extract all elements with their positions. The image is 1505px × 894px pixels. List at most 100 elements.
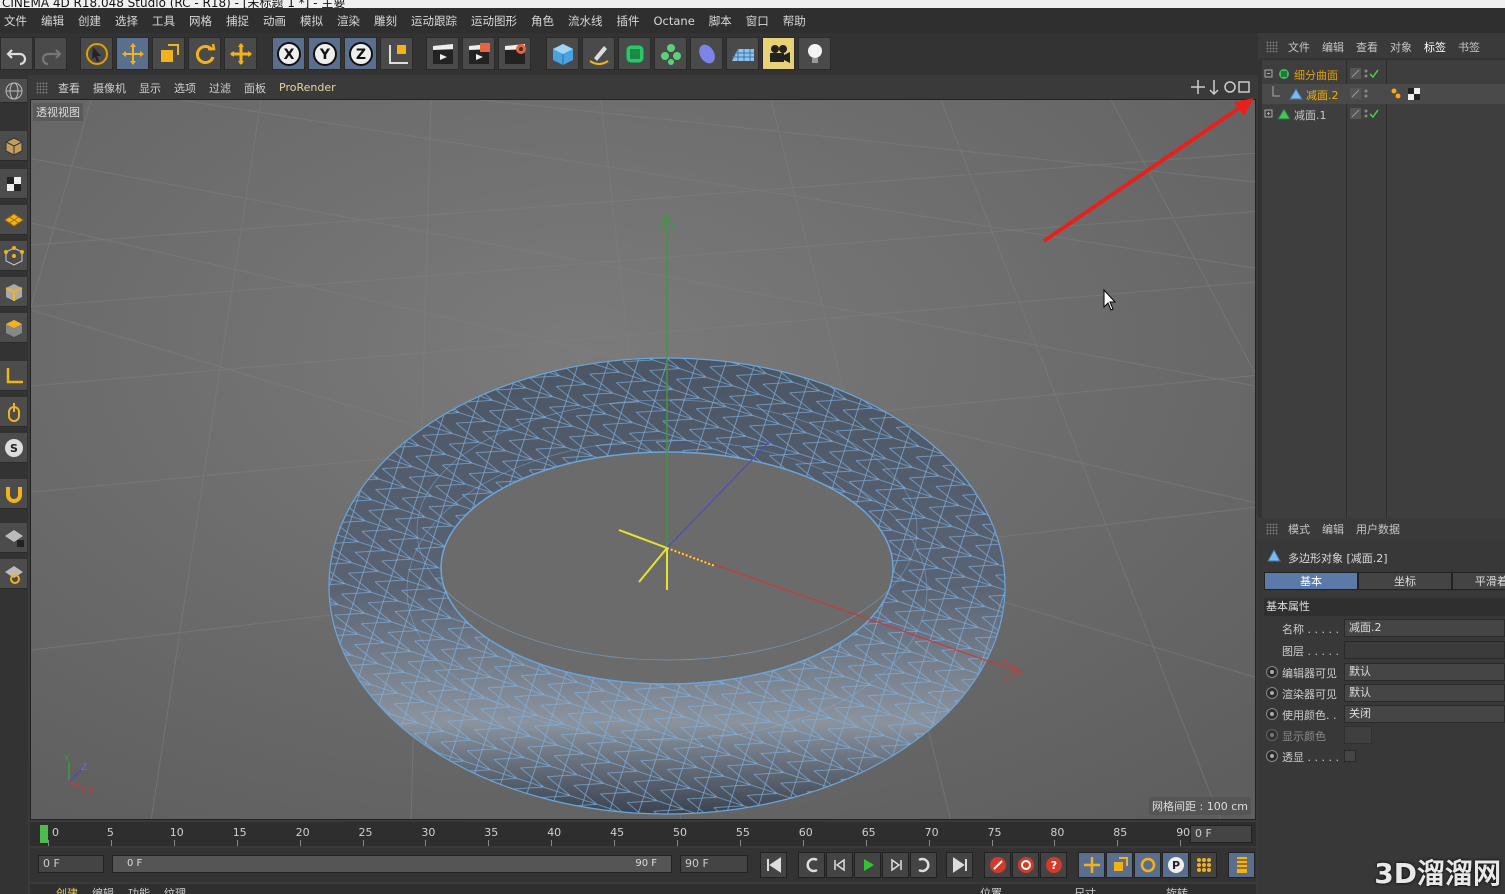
planar-workplane-button[interactable] bbox=[0, 559, 27, 589]
tab-texture[interactable]: 纹理 bbox=[164, 885, 186, 894]
add-light-button[interactable] bbox=[798, 37, 831, 70]
add-floor-button[interactable] bbox=[726, 37, 759, 70]
object-name[interactable]: 减面.1 bbox=[1294, 107, 1327, 123]
om-menu-edit[interactable]: 编辑 bbox=[1322, 39, 1344, 55]
add-pen-button[interactable] bbox=[582, 37, 615, 70]
layer-field[interactable] bbox=[1344, 641, 1505, 659]
goto-start-button[interactable] bbox=[760, 852, 787, 878]
render-visible-dropdown[interactable]: 默认 bbox=[1344, 684, 1505, 702]
use-color-dropdown[interactable]: 关闭 bbox=[1344, 705, 1505, 723]
add-camera-button[interactable] bbox=[762, 37, 795, 70]
tweak-mode-button[interactable] bbox=[0, 397, 27, 427]
frame-range-slider[interactable]: 0 F 90 F bbox=[112, 855, 672, 873]
add-deformer-button[interactable] bbox=[690, 37, 723, 70]
rotate-tool-button[interactable] bbox=[188, 37, 221, 70]
undo-button[interactable] bbox=[0, 37, 33, 70]
attr-menu-userdata[interactable]: 用户数据 bbox=[1356, 521, 1400, 537]
coord-tab-size[interactable]: 尺寸 bbox=[1074, 885, 1096, 894]
play-button[interactable] bbox=[854, 852, 881, 878]
panel-grip[interactable] bbox=[1266, 523, 1278, 535]
viewport-menu-filter[interactable]: 过滤 bbox=[209, 80, 231, 96]
tab-coordinates[interactable]: 坐标 bbox=[1358, 572, 1452, 590]
autokeying-button[interactable] bbox=[1012, 852, 1039, 878]
make-editable-button[interactable] bbox=[0, 79, 27, 103]
render-picture-viewer-button[interactable] bbox=[462, 37, 495, 70]
attr-menu-edit[interactable]: 编辑 bbox=[1322, 521, 1344, 537]
previous-key-button[interactable] bbox=[798, 852, 825, 878]
menu-tools[interactable]: 工具 bbox=[152, 13, 175, 29]
edges-mode-button[interactable] bbox=[0, 277, 27, 307]
recent-tool-button[interactable] bbox=[224, 37, 257, 70]
animate-radio[interactable] bbox=[1266, 666, 1278, 678]
timeline-playhead[interactable] bbox=[40, 825, 48, 843]
menu-select[interactable]: 选择 bbox=[115, 13, 138, 29]
menu-render[interactable]: 渲染 bbox=[337, 13, 360, 29]
viewport-menu-prorender[interactable]: ProRender bbox=[279, 81, 336, 94]
name-field[interactable]: 减面.2 bbox=[1344, 619, 1505, 637]
menu-animate[interactable]: 动画 bbox=[263, 13, 286, 29]
position-key-button[interactable] bbox=[1078, 852, 1105, 878]
viewport-menu-options[interactable]: 选项 bbox=[174, 80, 196, 96]
live-selection-button[interactable] bbox=[80, 37, 113, 70]
keyframe-selection-button[interactable]: ? bbox=[1040, 852, 1067, 878]
start-frame-field[interactable]: 0 F bbox=[38, 855, 104, 873]
next-frame-button[interactable] bbox=[882, 852, 909, 878]
tab-create[interactable]: 创建 bbox=[56, 885, 78, 894]
menu-motion-tracking[interactable]: 运动跟踪 bbox=[411, 13, 457, 29]
z-axis-lock-button[interactable]: Z bbox=[344, 37, 377, 70]
next-key-button[interactable] bbox=[910, 852, 937, 878]
om-menu-objects[interactable]: 对象 bbox=[1390, 39, 1412, 55]
tag-icons[interactable] bbox=[1390, 87, 1422, 101]
attr-menu-mode[interactable]: 模式 bbox=[1288, 521, 1310, 537]
tab-function[interactable]: 功能 bbox=[128, 885, 150, 894]
object-row-subdivision[interactable]: 细分曲面 bbox=[1262, 64, 1505, 84]
animate-radio[interactable] bbox=[1266, 750, 1278, 762]
tab-phong[interactable]: 平滑着色( bbox=[1452, 572, 1505, 590]
xray-checkbox[interactable] bbox=[1344, 750, 1356, 762]
scale-tool-button[interactable] bbox=[152, 37, 185, 70]
lock-workplane-button[interactable] bbox=[0, 523, 27, 553]
viewport-menu-cameras[interactable]: 摄像机 bbox=[93, 80, 126, 96]
viewport-menu-view[interactable]: 查看 bbox=[58, 80, 80, 96]
menu-plugins[interactable]: 插件 bbox=[617, 13, 640, 29]
menu-pipeline[interactable]: 流水线 bbox=[568, 13, 603, 29]
object-list[interactable]: 细分曲面 减面.2 减面.1 bbox=[1262, 60, 1505, 540]
om-menu-view[interactable]: 查看 bbox=[1356, 39, 1378, 55]
solo-mode-button[interactable]: S bbox=[0, 433, 27, 463]
viewport-menu-panel[interactable]: 面板 bbox=[244, 80, 266, 96]
panel-grip[interactable] bbox=[36, 81, 48, 94]
point-level-button[interactable] bbox=[1190, 852, 1217, 878]
animate-radio[interactable] bbox=[1266, 687, 1278, 699]
rotation-key-button[interactable] bbox=[1134, 852, 1161, 878]
timeline-current-frame[interactable]: 0 F bbox=[1190, 825, 1252, 843]
menu-sculpt[interactable]: 雕刻 bbox=[374, 13, 397, 29]
move-tool-button[interactable] bbox=[116, 37, 149, 70]
visibility-dots-icon[interactable] bbox=[1350, 87, 1382, 101]
menu-snap[interactable]: 捕捉 bbox=[226, 13, 249, 29]
record-keys-button[interactable] bbox=[984, 852, 1011, 878]
axis-mode-button[interactable] bbox=[0, 361, 27, 391]
editor-visible-dropdown[interactable]: 默认 bbox=[1344, 663, 1505, 681]
add-cube-button[interactable] bbox=[546, 37, 579, 70]
object-name[interactable]: 减面.2 bbox=[1306, 87, 1339, 103]
menu-file[interactable]: 文件 bbox=[4, 13, 27, 29]
viewport-menu-display[interactable]: 显示 bbox=[139, 80, 161, 96]
menu-edit[interactable]: 编辑 bbox=[41, 13, 64, 29]
object-name[interactable]: 细分曲面 bbox=[1294, 67, 1338, 83]
timeline-window-button[interactable] bbox=[1228, 852, 1255, 878]
end-frame-field[interactable]: 90 F bbox=[680, 855, 748, 873]
y-axis-lock-button[interactable]: Y bbox=[308, 37, 341, 70]
timeline-ruler[interactable]: 0 5 10 15 20 25 30 35 40 45 50 55 60 65 70 75 80 85 90 0 F bbox=[30, 822, 1256, 846]
add-subdivision-button[interactable] bbox=[618, 37, 651, 70]
om-menu-file[interactable]: 文件 bbox=[1288, 39, 1310, 55]
om-menu-bookmarks[interactable]: 书签 bbox=[1458, 39, 1480, 55]
visibility-check-icon[interactable] bbox=[1350, 107, 1382, 121]
coord-tab-position[interactable]: 位置 bbox=[980, 885, 1002, 894]
menu-create[interactable]: 创建 bbox=[78, 13, 101, 29]
scale-key-button[interactable] bbox=[1106, 852, 1133, 878]
coordinate-system-button[interactable] bbox=[380, 37, 413, 70]
add-cloner-button[interactable] bbox=[654, 37, 687, 70]
texture-mode-button[interactable] bbox=[0, 169, 27, 199]
menu-octane[interactable]: Octane bbox=[654, 14, 695, 28]
x-axis-lock-button[interactable]: X bbox=[272, 37, 305, 70]
